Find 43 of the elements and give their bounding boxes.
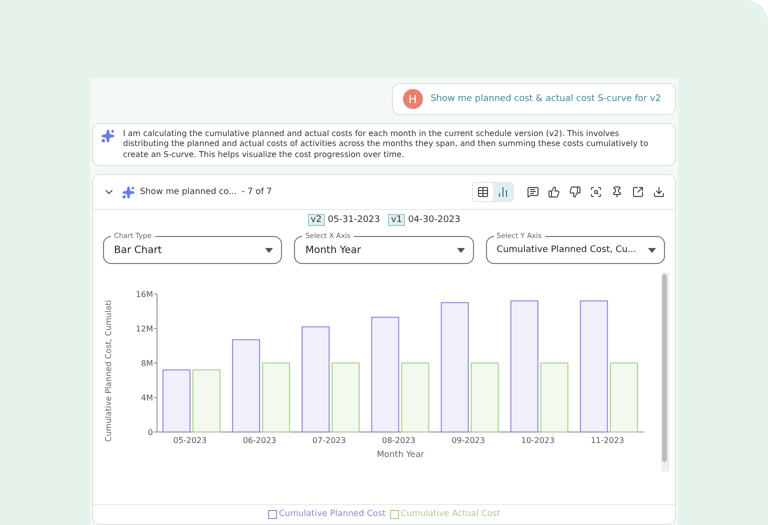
- tick-label: 08-2023: [382, 436, 416, 446]
- bar: [610, 362, 638, 433]
- tick-label: 07-2023: [312, 436, 346, 446]
- tick-label: 06-2023: [242, 436, 276, 446]
- tick-label: 4M: [141, 394, 153, 403]
- bar: [332, 362, 360, 433]
- bar: [540, 362, 568, 433]
- axis-title: Cumulative Planned Cost, Cumulati: [104, 300, 113, 442]
- version-date: 05-31-2023: [328, 215, 380, 226]
- thumbs-down-icon[interactable]: [567, 184, 583, 200]
- tick-label: 8M: [141, 359, 153, 368]
- tick-label: 12M: [136, 324, 153, 334]
- avatar: H: [402, 89, 423, 109]
- tick-label: 05-2023: [173, 436, 207, 446]
- version-date: 04-30-2023: [408, 215, 460, 226]
- tick-label: 09-2023: [452, 436, 485, 446]
- tick-label: 10-2023: [521, 436, 555, 446]
- sparkle-icon: [101, 129, 115, 143]
- comment-icon[interactable]: [525, 184, 541, 200]
- card-title: Show me planned co...: [140, 187, 237, 198]
- tick-label: 11-2023: [590, 436, 624, 446]
- bar: [401, 362, 430, 433]
- axis-title: Month Year: [376, 450, 424, 460]
- result-counter: - 7 of 7: [242, 187, 272, 198]
- message-text: Show me planned cost & actual cost S-curve for v2: [430, 94, 661, 104]
- version-tag: v1: [388, 214, 406, 226]
- bar: [192, 370, 220, 433]
- bar: [162, 370, 190, 433]
- scrollbar[interactable]: [661, 272, 668, 472]
- caret-icon: [456, 248, 465, 253]
- thumbs-up-icon[interactable]: [546, 184, 562, 200]
- caret-icon: [265, 248, 274, 253]
- version-tag: v2: [308, 214, 325, 226]
- table-icon: [477, 186, 489, 198]
- tick-label: 16M: [136, 290, 153, 300]
- caret-icon: [648, 248, 656, 253]
- sparkle-icon: [122, 186, 135, 199]
- bar: [262, 362, 290, 433]
- message-text: I am calculating the cumulative planned and actual costs for each month in the current schedule version (v2). This involves distributing the planned and actual costs of activities across the months they span, and then summing these costs cumulatively to create an S-curve. This helps visualize the cost progression over time.: [123, 129, 650, 160]
- chart-view-button[interactable]: [493, 183, 513, 202]
- tick-label: 0: [148, 428, 153, 438]
- bar-chart-icon: [497, 186, 509, 198]
- bar: [470, 362, 499, 433]
